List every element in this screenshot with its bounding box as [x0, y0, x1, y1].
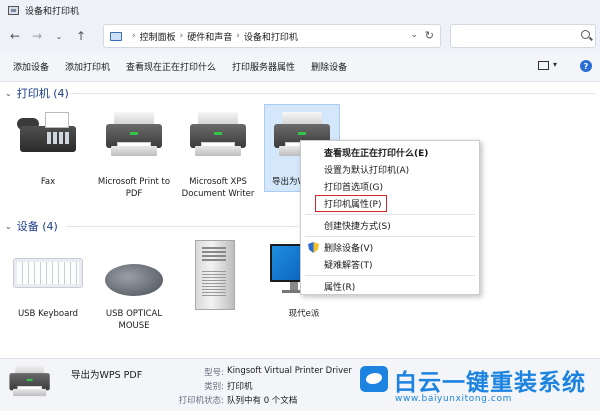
keyboard-icon [13, 258, 83, 288]
menu-item-set-default-printer[interactable]: 设置为默认打印机(A) [301, 161, 479, 178]
menu-separator [305, 214, 475, 215]
device-name: Microsoft XPS Document Writer [181, 177, 255, 199]
selected-device-name: 导出为WPS PDF [71, 370, 143, 381]
section-divider [66, 226, 298, 227]
menu-separator [305, 275, 475, 276]
add-printer-button[interactable]: 添加打印机 [57, 57, 118, 77]
breadcrumb-devices-printers[interactable]: 设备和打印机 [244, 30, 298, 43]
device-name: Microsoft Print to PDF [97, 177, 171, 199]
device-computer[interactable] [180, 236, 256, 332]
chevron-right-icon[interactable]: › [132, 31, 136, 41]
control-panel-icon [8, 5, 19, 15]
mouse-icon [105, 264, 163, 296]
computer-tower-icon [195, 240, 235, 310]
refresh-icon[interactable]: ↻ [425, 29, 434, 42]
devices-section-header[interactable]: ⌄ 设备 (4) [0, 218, 58, 234]
detail-value: 队列中有 0 个文档 [227, 396, 298, 406]
detail-label: 型号: [204, 368, 224, 378]
device-microsoft-print-to-pdf[interactable]: Microsoft Print to PDF [96, 110, 172, 200]
device-usb-keyboard[interactable]: USB Keyboard [10, 240, 86, 322]
bird-logo-icon [360, 366, 388, 392]
title-bar: 设备和打印机 [0, 0, 600, 20]
menu-separator [305, 236, 475, 237]
add-device-button[interactable]: 添加设备 [5, 57, 57, 77]
view-options-icon[interactable] [538, 61, 549, 70]
breadcrumb-hardware-sound[interactable]: 硬件和声音 [187, 30, 232, 43]
printer-icon [188, 110, 248, 164]
menu-item-remove-device[interactable]: 删除设备(V) [301, 239, 479, 256]
menu-item-label: 删除设备(V) [324, 244, 374, 254]
print-server-properties-button[interactable]: 打印服务器属性 [224, 57, 303, 77]
window-title: 设备和打印机 [25, 6, 80, 17]
detail-label: 打印机状态: [178, 396, 224, 406]
recent-locations-chevron-icon[interactable]: ⌄ [48, 25, 70, 47]
detail-value: 打印机 [227, 382, 253, 392]
navigation-bar: ← → ⌄ ↑ › 控制面板 › 硬件和声音 › 设备和打印机 ⌄ ↻ [0, 20, 600, 52]
device-name: USB OPTICAL MOUSE [105, 309, 163, 331]
menu-item-see-whats-printing[interactable]: 查看现在正在打印什么(E) [301, 144, 479, 161]
address-dropdown-icon[interactable]: ⌄ [410, 30, 418, 40]
device-fax[interactable]: Fax [14, 110, 82, 190]
printers-section-label: 打印机 (4) [16, 87, 69, 100]
forward-icon[interactable]: → [26, 25, 48, 47]
printer-icon [8, 363, 51, 402]
device-microsoft-xps-writer[interactable]: Microsoft XPS Document Writer [180, 110, 256, 210]
up-icon[interactable]: ↑ [70, 25, 92, 47]
breadcrumb-control-panel[interactable]: 控制面板 [140, 30, 176, 43]
chevron-down-icon: ⌄ [5, 221, 12, 231]
watermark-text: 白云一键重装系统 [394, 370, 586, 396]
see-whats-printing-button[interactable]: 查看现在正在打印什么 [118, 57, 224, 77]
control-panel-location-icon [110, 31, 122, 41]
detail-value: Kingsoft Virtual Printer Driver [227, 366, 352, 376]
back-icon[interactable]: ← [4, 25, 26, 47]
watermark: 白云一键重装系统 www.baiyunxitong.com [360, 362, 600, 411]
menu-item-create-shortcut[interactable]: 创建快捷方式(S) [301, 217, 479, 234]
address-bar[interactable]: › 控制面板 › 硬件和声音 › 设备和打印机 ⌄ ↻ [103, 24, 441, 48]
help-icon[interactable]: ? [580, 60, 592, 72]
menu-item-printing-preferences[interactable]: 打印首选项(G) [301, 178, 479, 195]
device-name: USB Keyboard [17, 309, 79, 319]
menu-item-troubleshoot[interactable]: 疑难解答(T) [301, 256, 479, 273]
menu-item-printer-properties[interactable]: 打印机属性(P) [315, 195, 387, 212]
command-toolbar: 添加设备 添加打印机 查看现在正在打印什么 打印服务器属性 删除设备 ▾ ? [0, 52, 600, 82]
search-icon [581, 30, 590, 39]
chevron-down-icon: ⌄ [5, 88, 12, 98]
watermark-url: www.baiyunxitong.com [395, 394, 512, 404]
printers-section-header[interactable]: ⌄ 打印机 (4) [0, 85, 69, 101]
printer-icon [104, 110, 164, 164]
devices-section-label: 设备 (4) [16, 220, 58, 233]
view-dropdown-icon[interactable]: ▾ [553, 60, 557, 69]
chevron-right-icon[interactable]: › [180, 31, 184, 41]
chevron-right-icon[interactable]: › [236, 31, 240, 41]
remove-device-button[interactable]: 删除设备 [303, 57, 355, 77]
detail-label: 类别: [204, 382, 224, 392]
device-name: Fax [40, 177, 56, 187]
shield-icon [308, 242, 319, 253]
menu-item-properties[interactable]: 属性(R) [301, 278, 479, 295]
search-input[interactable] [450, 24, 596, 48]
fax-icon [17, 110, 79, 164]
context-menu: 查看现在正在打印什么(E) 设置为默认打印机(A) 打印首选项(G) 打印机属性… [300, 140, 480, 295]
device-usb-optical-mouse[interactable]: USB OPTICAL MOUSE [96, 240, 172, 334]
device-name: 现代e派 [288, 309, 320, 319]
section-divider [70, 93, 595, 94]
